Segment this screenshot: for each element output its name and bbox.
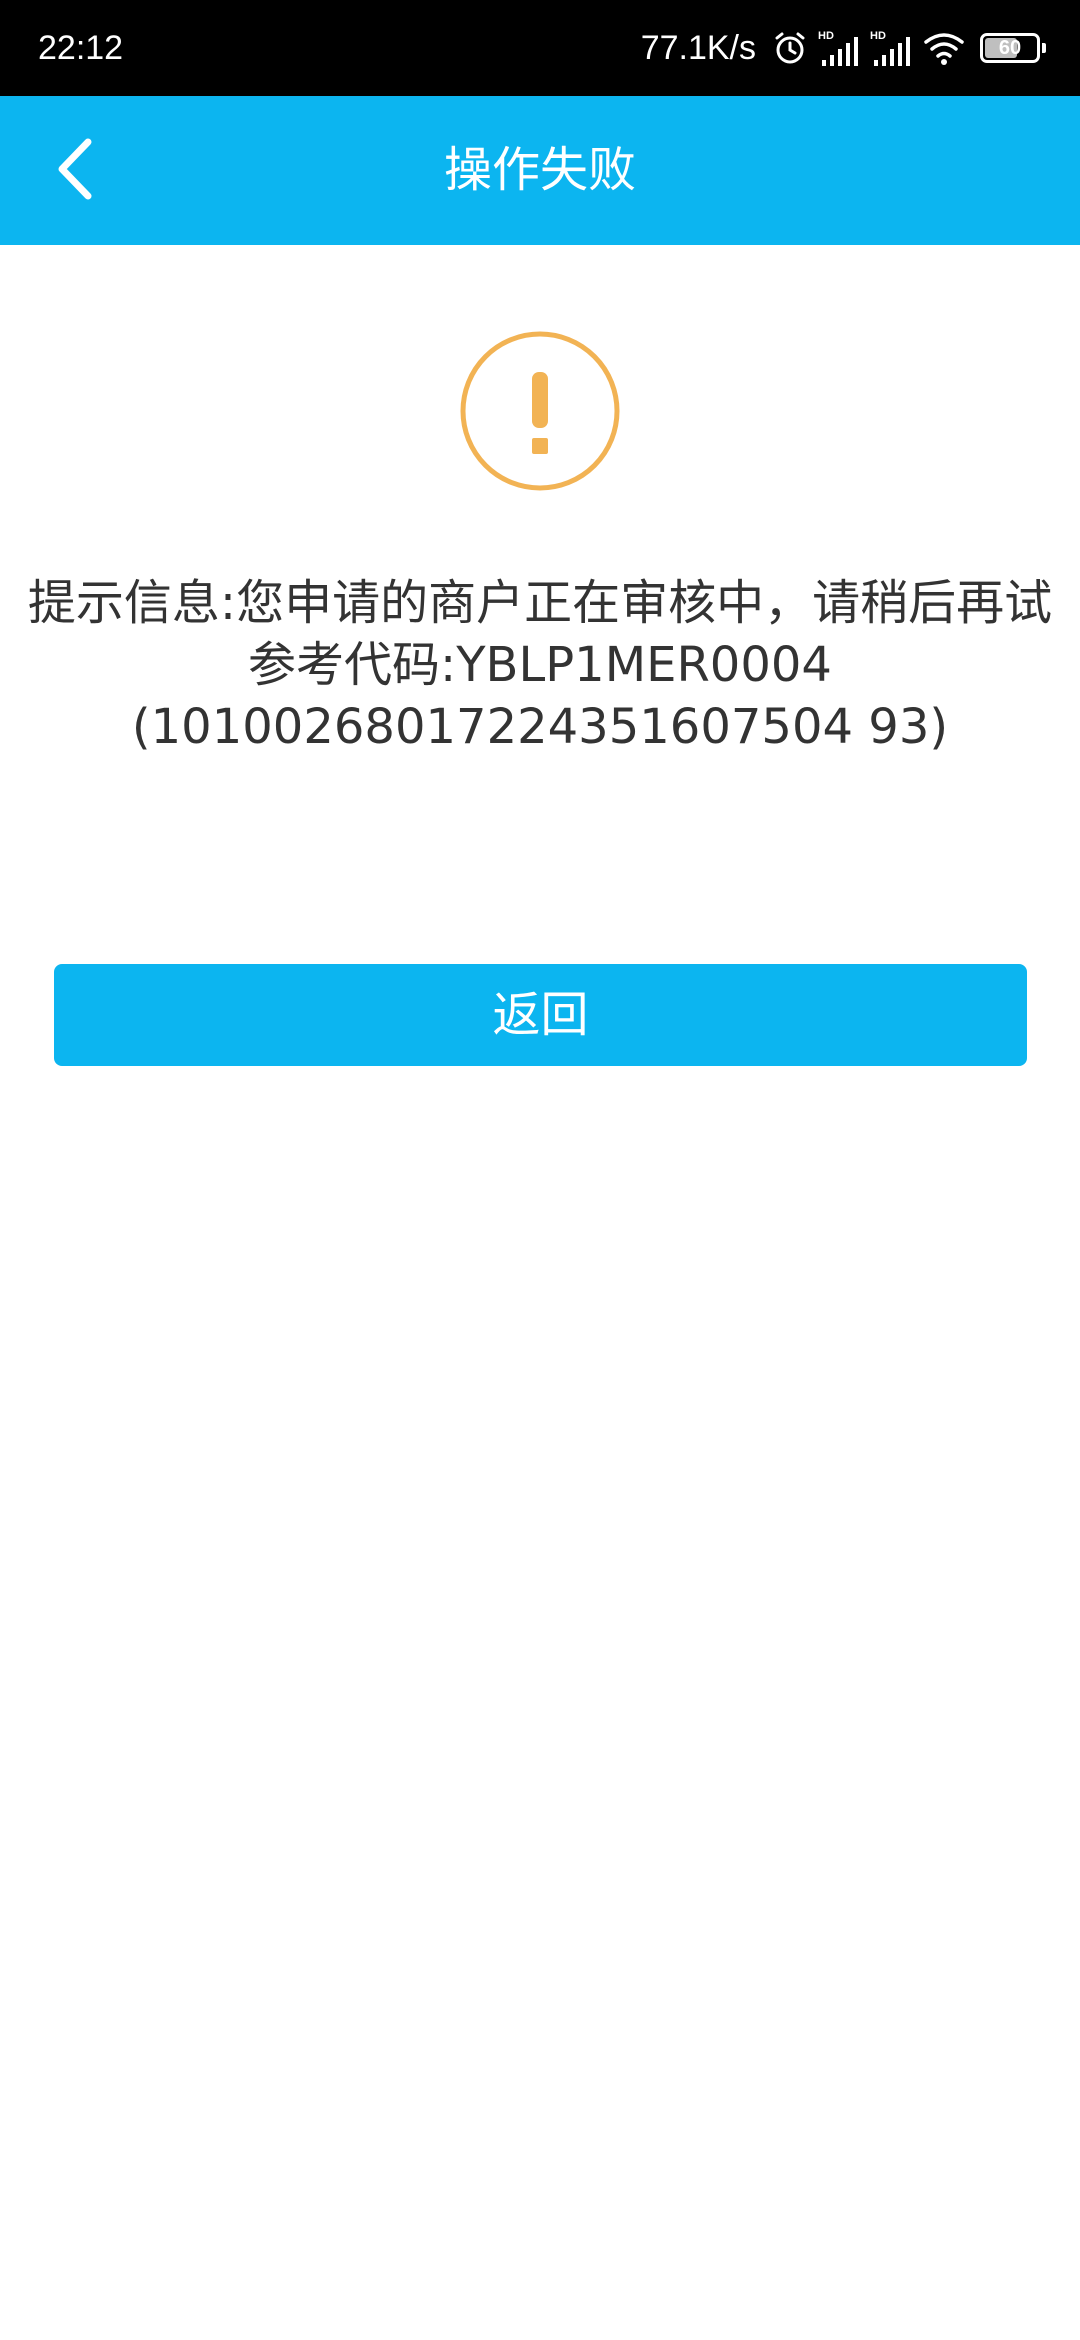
status-icons: 77.1K/s HD HD 60 xyxy=(640,20,1046,76)
reference-number: (10100268017224351607504 93) xyxy=(131,699,949,755)
hd-signal-icon: HD xyxy=(870,30,910,66)
svg-text:HD: HD xyxy=(870,30,886,42)
warning-icon xyxy=(460,331,620,491)
status-bar: 22:12 77.1K/s HD HD 60 xyxy=(0,0,1080,96)
battery-icon: 60 xyxy=(980,33,1046,63)
return-button[interactable]: 返回 xyxy=(54,964,1027,1066)
alarm-icon xyxy=(775,32,805,64)
svg-text:HD: HD xyxy=(818,30,834,42)
prompt-text: 提示信息:您申请的商户正在审核中，请稍后再试 xyxy=(27,575,1053,631)
error-message: 提示信息:您申请的商户正在审核中，请稍后再试 参考代码:YBLP1MER0004… xyxy=(20,572,1060,758)
nav-bar: 操作失败 xyxy=(0,96,1080,245)
battery-level: 60 xyxy=(998,37,1022,59)
net-speed: 77.1K/s xyxy=(640,28,756,67)
reference-code: 参考代码:YBLP1MER0004 xyxy=(248,637,832,693)
hd-signal-icon: HD xyxy=(818,30,858,66)
status-time: 22:12 xyxy=(38,29,124,67)
page-title: 操作失败 xyxy=(443,142,636,198)
wifi-icon xyxy=(924,33,964,65)
